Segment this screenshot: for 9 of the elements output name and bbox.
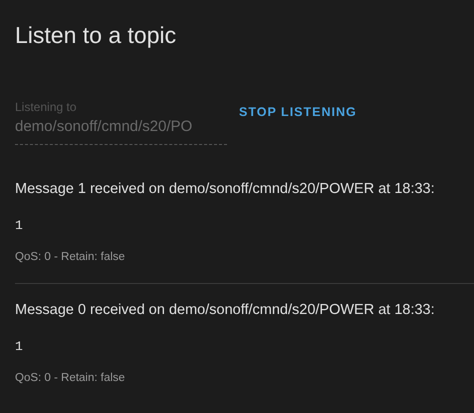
message-meta: QoS: 0 - Retain: false: [15, 371, 126, 386]
message-payload: 1: [15, 338, 24, 356]
message-meta: QoS: 0 - Retain: false: [15, 250, 126, 265]
stop-listening-button[interactable]: STOP LISTENING: [239, 101, 357, 124]
page-title: Listen to a topic: [15, 21, 178, 50]
message-payload: 1: [15, 217, 24, 235]
field-label: Listening to: [15, 100, 78, 114]
message-heading: Message 0 received on demo/sonoff/cmnd/s20/POWER at 18:33:: [15, 301, 436, 320]
message-heading: Message 1 received on demo/sonoff/cmnd/s20/POWER at 18:33:: [15, 180, 436, 199]
